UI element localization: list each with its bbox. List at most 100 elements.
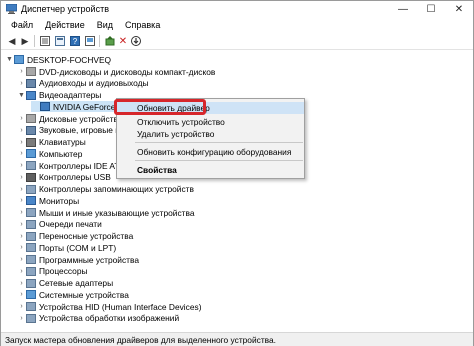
gen-device-icon (26, 231, 36, 241)
expand-arrow-icon[interactable]: › (17, 315, 26, 322)
minimize-button[interactable]: — (389, 1, 417, 18)
menu-file[interactable]: Файл (5, 18, 39, 33)
help-icon[interactable]: ? (69, 35, 81, 47)
maximize-button[interactable]: ☐ (417, 1, 445, 18)
expand-arrow-icon[interactable]: › (17, 115, 26, 122)
menu-view[interactable]: Вид (91, 18, 119, 33)
mon-device-icon (26, 90, 36, 100)
expand-arrow-icon[interactable]: › (17, 162, 26, 169)
tree-item-label: Процессоры (39, 266, 88, 277)
tree-category[interactable]: › Контроллеры USB (17, 172, 110, 183)
update-driver-icon[interactable] (104, 35, 116, 47)
usb-device-icon (26, 172, 36, 182)
expand-arrow-icon[interactable]: › (17, 233, 26, 240)
tree-item-label: Дисковые устройства (39, 113, 123, 124)
tree-item-label: Очереди печати (39, 219, 102, 230)
tree-item-label: Устройства обработки изображений (39, 313, 180, 324)
expand-arrow-icon[interactable]: › (17, 174, 26, 181)
expand-arrow-icon[interactable]: › (17, 80, 26, 87)
kbd-device-icon (26, 137, 36, 147)
collapse-arrow-icon[interactable]: ▼ (5, 56, 14, 63)
toolbar: ◀ ▶ ? ✕ (1, 33, 473, 50)
tree-category[interactable]: ▼ Видеоадаптеры (17, 90, 101, 101)
download-icon[interactable] (130, 35, 142, 47)
properties-icon[interactable] (54, 35, 66, 47)
ctx-properties[interactable]: Свойства (117, 164, 304, 176)
menu-help[interactable]: Справка (119, 18, 166, 33)
menu-action[interactable]: Действие (39, 18, 91, 33)
snd-device-icon (26, 125, 36, 135)
tree-category[interactable]: › Устройства HID (Human Interface Devices… (17, 301, 202, 312)
tree-category[interactable]: › Мыши и иные указывающие устройства (17, 207, 194, 218)
tree-category[interactable]: › Системные устройства (17, 289, 129, 300)
tree-item-label: DVD-дисководы и дисководы компакт-дисков (39, 66, 216, 77)
tree-item-label: Системные устройства (39, 289, 129, 300)
computer-icon (14, 55, 24, 64)
snd-device-icon (26, 78, 36, 88)
gen-device-icon (26, 184, 36, 194)
tree-category[interactable]: › Программные устройства (17, 254, 139, 265)
expand-arrow-icon[interactable]: › (17, 197, 26, 204)
device-manager-window: Диспетчер устройств — ☐ ✕ Файл Действие … (0, 0, 474, 346)
tree-category[interactable]: › Аудиовходы и аудиовыходы (17, 78, 148, 89)
tree-category[interactable]: › Контроллеры запоминающих устройств (17, 184, 194, 195)
expand-arrow-icon[interactable]: › (17, 221, 26, 228)
remove-icon[interactable]: ✕ (117, 35, 129, 47)
expand-arrow-icon[interactable]: › (17, 150, 26, 157)
tree-category[interactable]: › Дисковые устройства (17, 113, 123, 124)
tree-category[interactable]: › Мониторы (17, 195, 79, 206)
tree-category[interactable]: › Процессоры (17, 266, 88, 277)
disk-device-icon (26, 114, 36, 123)
gen-device-icon (26, 219, 36, 229)
expand-arrow-icon[interactable]: › (17, 303, 26, 310)
tree-category[interactable]: › DVD-дисководы и дисководы компакт-диско… (17, 66, 215, 77)
tree-item-label: Переносные устройства (39, 231, 134, 241)
tree-category[interactable]: › Переносные устройства (17, 231, 133, 242)
tree-item-label: Видеоадаптеры (39, 90, 102, 100)
pc-device-icon (26, 149, 36, 159)
tree-category[interactable]: › Устройства обработки изображений (17, 313, 179, 324)
tree-category[interactable]: › Очереди печати (17, 219, 102, 230)
expand-arrow-icon[interactable]: › (17, 139, 26, 146)
view-icon[interactable] (39, 35, 51, 47)
expand-arrow-icon[interactable]: › (17, 209, 26, 216)
tree-item-label: Мониторы (39, 195, 80, 206)
tree-item-label: NVIDIA GeForce GTX 1050 (53, 101, 125, 112)
back-icon[interactable]: ◀ (6, 35, 18, 47)
expand-arrow-icon[interactable]: › (17, 268, 26, 275)
tree-root-label: DESKTOP-FOCHVEQ (27, 54, 112, 65)
expand-arrow-icon[interactable]: › (17, 186, 26, 193)
status-bar: Запуск мастера обновления драйверов для … (1, 332, 473, 346)
gen-device-icon (26, 243, 36, 253)
expand-arrow-icon[interactable]: › (17, 244, 26, 251)
tree-category[interactable]: › Порты (COM и LPT) (17, 242, 116, 253)
ctx-uninstall-device[interactable]: Удалить устройство (117, 128, 304, 140)
tree-category[interactable]: › Сетевые адаптеры (17, 278, 113, 289)
close-button[interactable]: ✕ (445, 1, 473, 18)
tree-item-label: Контроллеры запоминающих устройств (39, 184, 194, 194)
disk-device-icon (26, 67, 36, 76)
gen-device-icon (26, 278, 36, 288)
refresh-icon[interactable] (84, 35, 96, 47)
expand-arrow-icon[interactable]: › (17, 127, 26, 134)
menu-bar: Файл Действие Вид Справка (1, 18, 473, 33)
ctx-update-driver[interactable]: Обновить драйвер (117, 102, 304, 114)
gpu-device-icon (40, 102, 50, 112)
tree-category[interactable]: › Клавиатуры (17, 137, 85, 148)
expand-arrow-icon[interactable]: › (17, 291, 26, 298)
context-menu: Обновить драйвер Отключить устройство Уд… (116, 98, 305, 179)
tree-item-label: Устройства HID (Human Interface Devices) (39, 301, 202, 312)
mon-device-icon (26, 196, 36, 206)
expand-arrow-icon[interactable]: › (17, 280, 26, 287)
collapse-arrow-icon[interactable]: ▼ (17, 92, 26, 99)
expand-arrow-icon[interactable]: › (17, 68, 26, 75)
tree-root[interactable]: ▼ DESKTOP-FOCHVEQ (5, 54, 111, 65)
forward-icon[interactable]: ▶ (19, 35, 31, 47)
title-bar: Диспетчер устройств — ☐ ✕ (1, 1, 473, 18)
ctx-disable-device[interactable]: Отключить устройство (117, 116, 304, 128)
expand-arrow-icon[interactable]: › (17, 256, 26, 263)
tree-item-label: Компьютер (39, 148, 83, 159)
tree-item-label: Программные устройства (39, 254, 139, 265)
tree-category[interactable]: › Компьютер (17, 148, 82, 159)
ctx-scan-hardware[interactable]: Обновить конфигурацию оборудования (117, 146, 304, 158)
